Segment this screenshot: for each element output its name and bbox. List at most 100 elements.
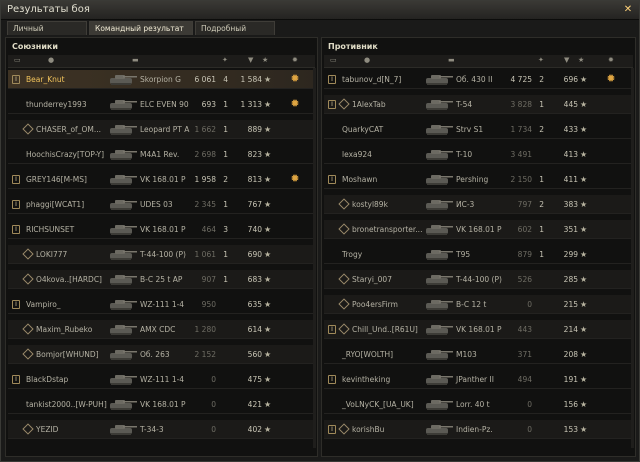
kills-column-icon[interactable]: ▼: [564, 56, 569, 64]
table-row[interactable]: O4kova..[HARDC] B-C 25 t AP 907 1 683 ★: [8, 270, 315, 289]
table-row[interactable]: YEZID T-34-3 0 402 ★: [8, 420, 315, 439]
player-name[interactable]: QuarkyCAT: [342, 120, 383, 139]
table-row[interactable]: I Vampiro_ WZ-111 1-4 950 635 ★: [8, 295, 315, 314]
player-column-icon[interactable]: ●: [364, 56, 370, 64]
player-name[interactable]: kostyl89k: [352, 195, 388, 214]
player-name[interactable]: _VoLNyCK_[UA_UK]: [342, 395, 414, 414]
allies-scrollbar[interactable]: [313, 68, 316, 448]
tab-personal-result[interactable]: Личный результат: [7, 21, 87, 47]
xp-value: 153: [563, 425, 578, 434]
player-name[interactable]: _RYO[WOLTH]: [342, 345, 393, 364]
medal-icon[interactable]: ✹: [604, 72, 618, 86]
player-name[interactable]: Maxim_Rubeko: [36, 320, 92, 339]
player-name[interactable]: Bomjor[WHUND]: [36, 345, 99, 364]
table-row[interactable]: HoochisCrazy[TOP-Y] M4A1 Rev. 2 698 1 823 ★: [8, 145, 315, 164]
close-icon[interactable]: ✕: [622, 4, 634, 16]
medal-column-icon[interactable]: ✹: [608, 56, 614, 64]
table-row[interactable]: I BlackDstap WZ-111 1-4 0 475 ★: [8, 370, 315, 389]
player-name[interactable]: Poo4ersFirm: [352, 295, 398, 314]
damage-value: 6 061: [194, 75, 216, 84]
table-row[interactable]: Ikevintheking JPanther II 494 191 ★: [324, 370, 633, 389]
table-row[interactable]: Itabunov_d[N_7] Об. 430 II 4 725 2 696 ★ ✹: [324, 70, 633, 89]
enemies-scrollbar[interactable]: [631, 68, 634, 448]
damage-value: 3 491: [510, 150, 532, 159]
table-row[interactable]: CHASER_of_OM... Leopard PT A 1 662 1 889 ★: [8, 120, 315, 139]
player-name[interactable]: bronetransporter...: [352, 220, 422, 239]
tank-name: ELC EVEN 90: [140, 100, 189, 109]
kills-column-icon[interactable]: ▼: [248, 56, 253, 64]
player-name[interactable]: HoochisCrazy[TOP-Y]: [26, 145, 104, 164]
player-name[interactable]: LOKI777: [36, 245, 67, 264]
medal-icon[interactable]: ✹: [288, 172, 302, 186]
xp-column-icon[interactable]: ★: [578, 56, 584, 64]
player-name[interactable]: Trogy: [342, 245, 362, 264]
player-name[interactable]: lexa924: [342, 145, 372, 164]
tank-name: T-34-3: [140, 425, 164, 434]
table-row[interactable]: thunderrey1993 ELC EVEN 90 693 1 1 313 ★ ✹: [8, 95, 315, 114]
tank-icon: [104, 297, 138, 311]
table-row[interactable]: lexa924 T-10 3 491 413 ★: [324, 145, 633, 164]
table-row[interactable]: IkorishBu Indien-Pz. 0 153 ★: [324, 420, 633, 439]
player-name[interactable]: korishBu: [352, 420, 384, 439]
player-name[interactable]: phaggi[WCAT1]: [26, 195, 84, 214]
table-row[interactable]: _RYO[WOLTH] M103 371 208 ★: [324, 345, 633, 364]
xp-value: 690: [247, 250, 262, 259]
medal-column-icon[interactable]: ✹: [292, 56, 298, 64]
damage-column-icon[interactable]: ✦: [222, 56, 228, 64]
table-row[interactable]: LOKI777 T-44-100 (P) 1 061 1 690 ★: [8, 245, 315, 264]
medal-icon[interactable]: ✹: [288, 97, 302, 111]
table-row[interactable]: Iphaggi[WCAT1] UDES 03 2 345 1 767 ★: [8, 195, 315, 214]
player-name[interactable]: Vampiro_: [26, 295, 61, 314]
table-row[interactable]: kostyl89k ИС-3 797 2 383 ★: [324, 195, 633, 214]
table-row[interactable]: I Bear_Knut Skorpion G 6 061 4 1 584 ★ ✹: [8, 70, 315, 89]
player-name[interactable]: CHASER_of_OM...: [36, 120, 101, 139]
table-row[interactable]: I 1AlexTab T-54 3 828 1 445 ★: [324, 95, 633, 114]
tank-column-icon[interactable]: ▬: [448, 56, 455, 64]
table-row[interactable]: I RICHSUNSET VK 168.01 P 464 3 740 ★: [8, 220, 315, 239]
damage-column-icon[interactable]: ✦: [538, 56, 544, 64]
tank-column-icon[interactable]: ▬: [132, 56, 139, 64]
table-row[interactable]: tankist2000..[W-PUH] VK 168.01 P 0 421 ★: [8, 395, 315, 414]
tank-icon: [104, 347, 138, 361]
table-row[interactable]: QuarkyCAT Strv S1 1 734 2 433 ★: [324, 120, 633, 139]
table-row[interactable]: bronetransporter... VK 168.01 P 602 1 351 ★: [324, 220, 633, 239]
squad-column-icon[interactable]: ▭: [14, 56, 21, 64]
medal-icon[interactable]: ✹: [288, 72, 302, 86]
table-row[interactable]: _VoLNyCK_[UA_UK] Lorr. 40 t 0 156 ★: [324, 395, 633, 414]
player-column-icon[interactable]: ●: [48, 56, 54, 64]
tab-detailed-report[interactable]: Подробный отчёт: [195, 21, 275, 47]
player-name[interactable]: kevintheking: [342, 370, 390, 389]
table-row[interactable]: I GREY146[M-MS] VK 168.01 P 1 958 2 813 ★ ✹: [8, 170, 315, 189]
player-name[interactable]: tankist2000..[W-PUH]: [26, 395, 107, 414]
tank-name: VK 168.01 P: [456, 325, 502, 334]
table-row[interactable]: I Moshawn Pershing 2 150 1 411 ★: [324, 170, 633, 189]
player-name[interactable]: Chill_Und..[R61U]: [352, 320, 418, 339]
player-name[interactable]: O4kova..[HARDC]: [36, 270, 102, 289]
table-row[interactable]: Poo4ersFirm B-C 12 t 0 215 ★: [324, 295, 633, 314]
kills-value: 1: [223, 125, 228, 134]
player-name[interactable]: Moshawn: [342, 170, 377, 189]
player-name[interactable]: GREY146[M-MS]: [26, 170, 87, 189]
tank-name: B-C 12 t: [456, 300, 487, 309]
player-name[interactable]: YEZID: [36, 420, 58, 439]
player-name[interactable]: thunderrey1993: [26, 95, 87, 114]
tab-team-result[interactable]: Командный результат: [89, 21, 193, 35]
table-row[interactable]: Maxim_Rubeko AMX CDC 1 280 614 ★: [8, 320, 315, 339]
xp-value: 411: [563, 175, 578, 184]
tank-icon: [104, 322, 138, 336]
player-name[interactable]: RICHSUNSET: [26, 220, 74, 239]
player-name[interactable]: Staryi_007: [352, 270, 392, 289]
squad-column-icon[interactable]: ▭: [330, 56, 337, 64]
tank-name: ИС-3: [456, 200, 475, 209]
tank-name: VK 168.01 P: [456, 225, 502, 234]
xp-column-icon[interactable]: ★: [262, 56, 268, 64]
window-titlebar[interactable]: Результаты боя ✕: [1, 1, 639, 20]
player-name[interactable]: BlackDstap: [26, 370, 68, 389]
player-name[interactable]: Bear_Knut: [26, 70, 65, 89]
table-row[interactable]: Bomjor[WHUND] Об. 263 2 152 560 ★: [8, 345, 315, 364]
table-row[interactable]: I Chill_Und..[R61U] VK 168.01 P 443 214 ★: [324, 320, 633, 339]
player-name[interactable]: tabunov_d[N_7]: [342, 70, 401, 89]
player-name[interactable]: 1AlexTab: [352, 95, 386, 114]
table-row[interactable]: Staryi_007 T-44-100 (P) 526 285 ★: [324, 270, 633, 289]
table-row[interactable]: Trogy T95 879 1 299 ★: [324, 245, 633, 264]
